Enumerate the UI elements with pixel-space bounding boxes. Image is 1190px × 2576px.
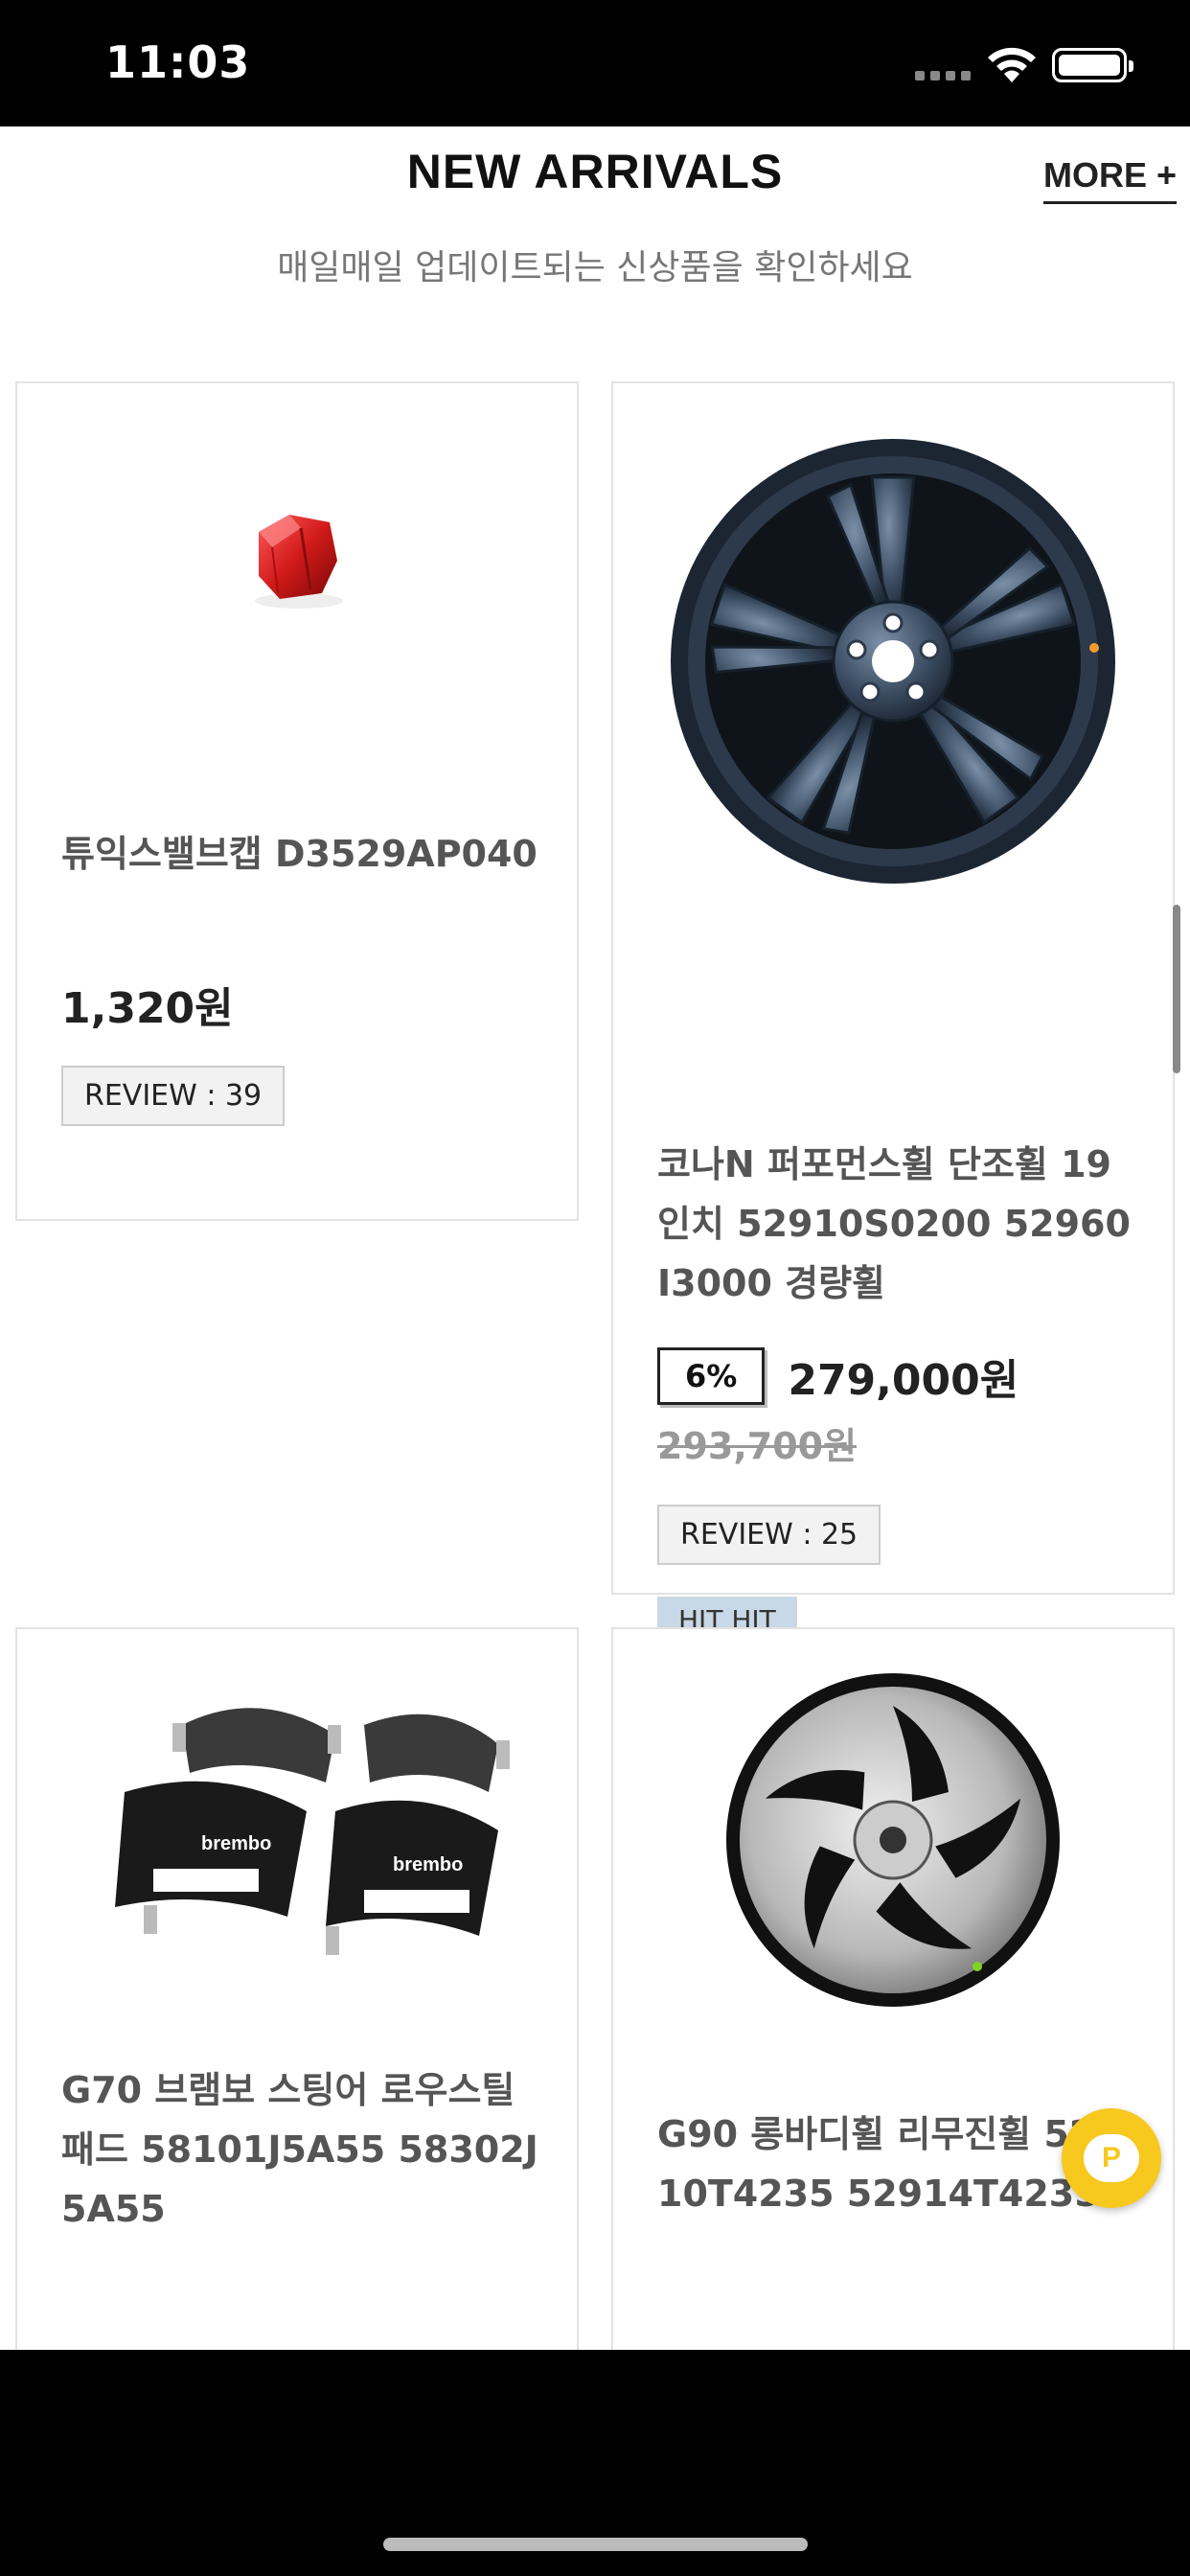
brake-pads-image: brembo brembo — [115, 1708, 510, 1955]
wifi-icon — [988, 47, 1036, 82]
machined-wheel-image — [726, 1673, 1060, 2007]
product-card[interactable]: 튜익스밸브캡 D3529AP040 1,320원 REVIEW : 39 — [15, 381, 579, 1221]
product-card[interactable]: G90 롱바디휠 리무진휠 52910T4235 52914T4235 — [611, 1627, 1175, 2350]
dark-blue-wheel-image — [671, 439, 1115, 884]
original-price: 293,700원 — [657, 1425, 858, 1467]
price-row: 1,320원 — [61, 974, 234, 1035]
page-content: NEW ARRIVALS MORE + 매일매일 업데이트되는 신상품을 확인하… — [0, 126, 1190, 2350]
home-indicator[interactable] — [383, 2538, 808, 2551]
discount-badge: 6% — [657, 1347, 766, 1405]
chat-button[interactable]: P — [1062, 2108, 1161, 2208]
product-name[interactable]: G70 브램보 스팅어 로우스틸 패드 58101J5A55 58302J5A5… — [61, 2060, 538, 2239]
chat-icon: P — [1084, 2134, 1139, 2182]
svg-text:brembo: brembo — [393, 1854, 463, 1875]
red-valve-cap-image — [255, 515, 343, 609]
price-row: 6% 279,000원 — [657, 1346, 1018, 1407]
product-image[interactable] — [17, 422, 577, 700]
status-bar: 11:03 — [0, 0, 1190, 126]
product-card[interactable]: brembo brembo G70 브램보 스팅어 로우스틸 패드 58101J… — [15, 1627, 579, 2350]
signal-icon — [915, 67, 973, 80]
battery-icon — [1052, 48, 1133, 82]
section-title: NEW ARRIVALS — [406, 145, 784, 198]
product-price: 1,320원 — [61, 984, 234, 1033]
product-image[interactable] — [613, 1648, 1173, 2032]
section-subtitle: 매일매일 업데이트되는 신상품을 확인하세요 — [277, 248, 913, 288]
scroll-indicator[interactable] — [1173, 905, 1180, 1073]
review-badge: REVIEW : 25 — [657, 1505, 881, 1565]
review-badge: REVIEW : 39 — [61, 1066, 286, 1126]
svg-text:brembo: brembo — [201, 1833, 271, 1854]
product-image[interactable]: brembo brembo — [17, 1629, 577, 2012]
status-time: 11:03 — [105, 36, 251, 88]
product-card[interactable]: 코나N 퍼포먼스휠 단조휠 19인치 52910S0200 52960I3000… — [611, 381, 1175, 1644]
product-image[interactable] — [613, 422, 1173, 901]
more-link[interactable]: MORE + — [1042, 155, 1177, 204]
product-name[interactable]: 튜익스밸브캡 D3529AP040 — [61, 824, 538, 884]
product-name[interactable]: 코나N 퍼포먼스휠 단조휠 19인치 52910S0200 52960I3000… — [657, 1135, 1134, 1313]
product-price: 279,000원 — [788, 1356, 1019, 1405]
